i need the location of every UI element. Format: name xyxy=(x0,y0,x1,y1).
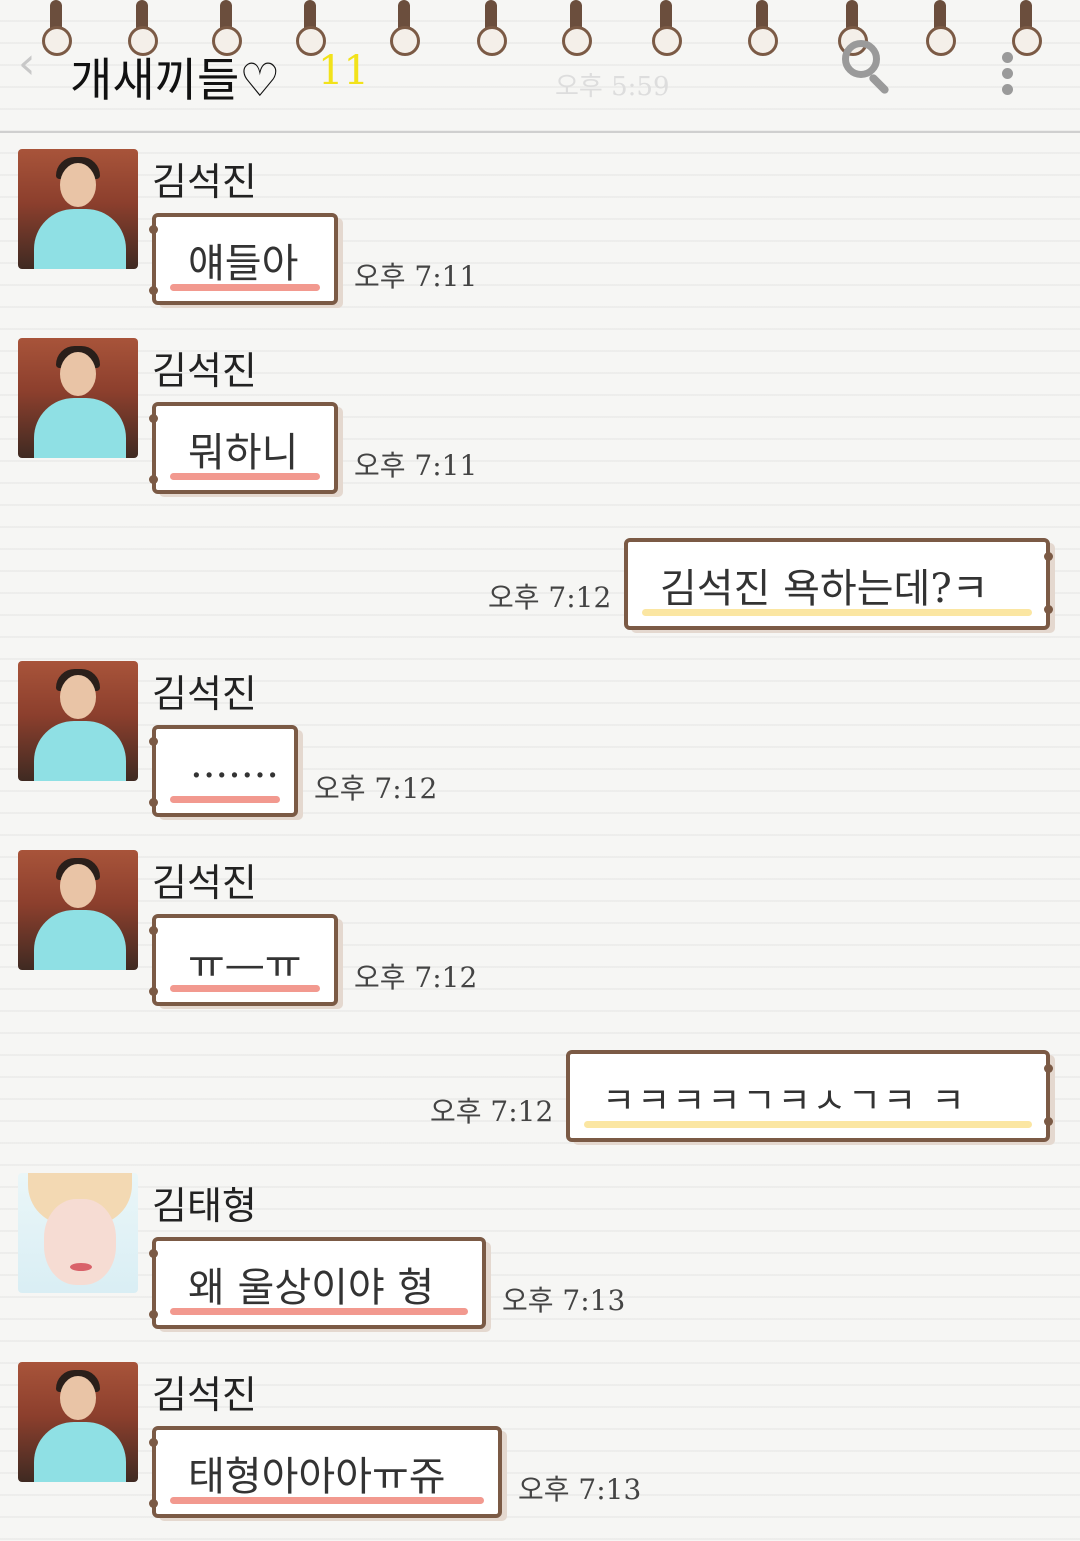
message-text: 뭐하니 xyxy=(188,430,299,476)
message-bubble[interactable]: 뭐하니 xyxy=(149,402,338,494)
message-time: 오후 7:13 xyxy=(502,1284,626,1317)
underline xyxy=(170,796,280,803)
underline xyxy=(642,609,1032,616)
message-time: 오후 7:13 xyxy=(518,1473,642,1506)
message-text: 얘들아 xyxy=(188,241,299,287)
header-divider xyxy=(0,131,1080,133)
message-time: 오후 7:12 xyxy=(430,1095,554,1128)
message-text: ㅋㅋㅋㅋㄱㅋㅅㄱㅋ ㅋ xyxy=(602,1081,967,1122)
message-bubble[interactable]: ㅠ—ㅠ xyxy=(149,914,338,1006)
message-time: 오후 7:12 xyxy=(314,772,438,805)
message-time: 오후 7:11 xyxy=(354,449,478,482)
sender-name: 김석진 xyxy=(152,349,257,393)
message-text: 김석진 욕하는데?ㅋ xyxy=(660,566,989,612)
sender-name: 김석진 xyxy=(152,1373,257,1417)
message-bubble-own[interactable]: 김석진 욕하는데?ㅋ xyxy=(624,538,1053,630)
more-vert-icon[interactable] xyxy=(1000,52,1014,96)
message-bubble[interactable]: ....... xyxy=(149,725,298,817)
background-ghost-text: 오후 5:59 xyxy=(555,72,670,102)
message-text: ㅠ—ㅠ xyxy=(188,942,302,988)
underline xyxy=(170,1497,484,1504)
message-time: 오후 7:11 xyxy=(354,260,478,293)
message-bubble[interactable]: 얘들아 xyxy=(149,213,338,305)
chat-room-title: 개새끼들♡ xyxy=(70,53,281,107)
message-bubble[interactable]: 태형아아아ㅠ쥬 xyxy=(149,1426,502,1518)
message-text: 왜 울상이야 형 xyxy=(188,1265,435,1311)
avatar[interactable] xyxy=(18,338,138,458)
underline xyxy=(170,1308,468,1315)
underline xyxy=(170,473,320,480)
message-time: 오후 7:12 xyxy=(354,961,478,994)
avatar[interactable] xyxy=(18,149,138,269)
chevron-left-icon[interactable]: ‹ xyxy=(18,42,44,86)
message-bubble-own[interactable]: ㅋㅋㅋㅋㄱㅋㅅㄱㅋ ㅋ xyxy=(566,1050,1053,1142)
message-bubble[interactable]: 왜 울상이야 형 xyxy=(149,1237,486,1329)
avatar[interactable] xyxy=(18,1362,138,1482)
underline xyxy=(170,284,320,291)
message-text: 태형아아아ㅠ쥬 xyxy=(188,1454,446,1500)
underline xyxy=(584,1121,1032,1128)
search-icon[interactable] xyxy=(842,40,898,96)
message-text: ....... xyxy=(190,741,280,787)
chat-header: ‹ 개새끼들♡ 11 오후 5:59 xyxy=(0,0,1080,130)
sender-name: 김석진 xyxy=(152,861,257,905)
sender-name: 김석진 xyxy=(152,160,257,204)
underline xyxy=(170,985,320,992)
avatar[interactable] xyxy=(18,850,138,970)
message-time: 오후 7:12 xyxy=(488,581,612,614)
sender-name: 김석진 xyxy=(152,672,257,716)
avatar[interactable] xyxy=(18,661,138,781)
sender-name: 김태형 xyxy=(152,1184,257,1228)
member-count: 11 xyxy=(318,48,369,94)
avatar[interactable] xyxy=(18,1173,138,1293)
